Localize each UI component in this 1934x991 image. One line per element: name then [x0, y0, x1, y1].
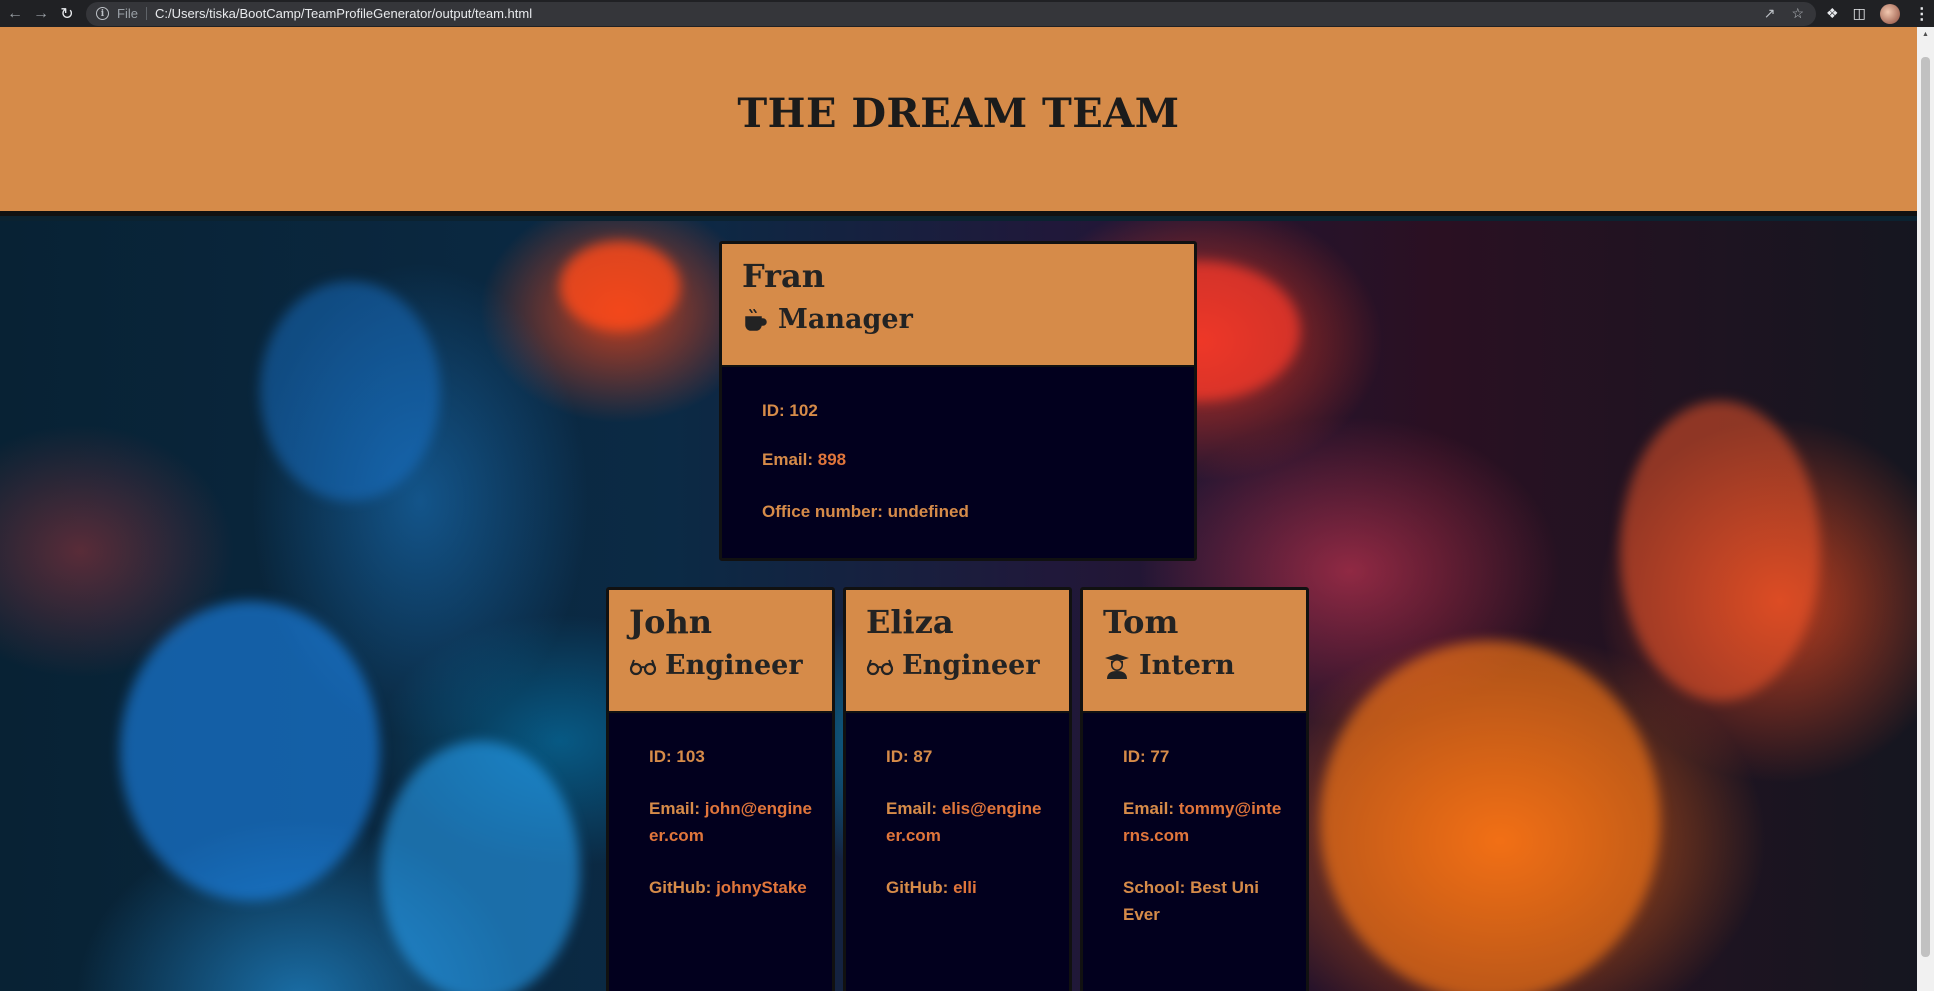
- card-body: ID: 77 Email: tommy@interns.com School: …: [1083, 713, 1306, 928]
- office-label: Office number:: [762, 502, 883, 521]
- email-label: Email:: [1123, 799, 1175, 818]
- email-label: Email:: [649, 799, 701, 818]
- role-label: Engineer: [902, 650, 1040, 681]
- address-bar[interactable]: i File C:/Users/tiska/BootCamp/TeamProfi…: [86, 1, 1816, 26]
- engineer-card: Eliza Engineer ID: 87 Email: elis@engine…: [843, 587, 1072, 991]
- intern-card: Tom Intern ID: 77 Email: tommy@interns.c…: [1080, 587, 1309, 991]
- github-label: GitHub:: [649, 878, 712, 897]
- email-row: Email: 898: [762, 446, 1174, 473]
- employee-role: Intern: [1103, 644, 1306, 688]
- id-row: ID: 87: [886, 743, 1049, 770]
- employee-role: Engineer: [866, 644, 1069, 688]
- email-row: Email: tommy@interns.com: [1123, 795, 1286, 849]
- forward-arrow-icon[interactable]: →: [30, 3, 52, 25]
- github-row: GitHub: elli: [886, 874, 1049, 901]
- id-label: ID:: [886, 747, 909, 766]
- id-value: 102: [789, 401, 818, 420]
- page-header: THE DREAM TEAM: [0, 27, 1917, 216]
- office-row: Office number: undefined: [762, 498, 1174, 525]
- id-label: ID:: [1123, 747, 1146, 766]
- browser-toolbar: ← → ↻ i File C:/Users/tiska/BootCamp/Tea…: [0, 0, 1934, 27]
- vertical-scrollbar[interactable]: ▲: [1917, 27, 1934, 991]
- page-title: THE DREAM TEAM: [737, 89, 1180, 137]
- github-link[interactable]: johnyStake: [716, 878, 807, 897]
- employee-name: John: [629, 603, 713, 641]
- id-label: ID:: [762, 401, 785, 420]
- profile-avatar[interactable]: [1879, 3, 1900, 24]
- graduate-icon: [1105, 654, 1129, 679]
- employee-name: Fran: [742, 257, 826, 295]
- employee-name: Tom: [1103, 603, 1179, 641]
- github-row: GitHub: johnyStake: [649, 874, 812, 901]
- id-value: 103: [676, 747, 705, 766]
- employee-role: Manager: [742, 298, 1194, 342]
- email-row: Email: john@engineer.com: [649, 795, 812, 849]
- employee-role: Engineer: [629, 644, 832, 688]
- id-row: ID: 103: [649, 743, 812, 770]
- manager-card: Fran Manager ID: 102 Email: 898 Office n…: [719, 241, 1197, 561]
- url-text[interactable]: C:/Users/tiska/BootCamp/TeamProfileGener…: [155, 6, 532, 21]
- card-header: Tom Intern: [1083, 590, 1306, 713]
- id-value: 87: [913, 747, 933, 766]
- role-label: Intern: [1139, 650, 1235, 681]
- side-panel-icon[interactable]: ◫: [1853, 5, 1866, 22]
- email-link[interactable]: 898: [818, 450, 846, 469]
- email-row: Email: elis@engineer.com: [886, 795, 1049, 849]
- scroll-up-arrow-icon[interactable]: ▲: [1921, 31, 1930, 38]
- info-icon[interactable]: i: [96, 7, 109, 20]
- id-value: 77: [1150, 747, 1170, 766]
- share-icon[interactable]: ↗: [1764, 5, 1776, 22]
- mug-icon: [745, 308, 767, 331]
- card-body: ID: 102 Email: 898 Office number: undefi…: [722, 367, 1194, 525]
- id-label: ID:: [649, 747, 672, 766]
- engineer-card: John Engineer ID: 103 Email: john@engine…: [606, 587, 835, 991]
- github-link[interactable]: elli: [953, 878, 977, 897]
- school-row: School: Best Uni Ever: [1123, 874, 1286, 928]
- card-header: John Engineer: [609, 590, 832, 713]
- file-chip: File: [117, 7, 147, 20]
- email-label: Email:: [762, 450, 814, 469]
- card-body: ID: 103 Email: john@engineer.com GitHub:…: [609, 713, 832, 901]
- scrollbar-thumb[interactable]: [1921, 57, 1930, 957]
- employee-name: Eliza: [866, 603, 954, 641]
- email-label: Email:: [886, 799, 938, 818]
- glasses-icon: [629, 659, 657, 676]
- browser-menu-icon[interactable]: ⋮: [1914, 4, 1930, 24]
- reload-icon[interactable]: ↻: [56, 3, 78, 25]
- school-label: School:: [1123, 878, 1186, 897]
- page-viewport: THE DREAM TEAM Fran Manager ID: 102 Emai…: [0, 27, 1917, 991]
- card-body: ID: 87 Email: elis@engineer.com GitHub: …: [846, 713, 1069, 901]
- glasses-icon: [866, 659, 894, 676]
- card-header: Fran Manager: [722, 244, 1194, 367]
- extensions-puzzle-icon[interactable]: ❖: [1826, 5, 1839, 22]
- github-label: GitHub:: [886, 878, 949, 897]
- office-value: undefined: [887, 502, 969, 521]
- id-row: ID: 102: [762, 397, 1174, 424]
- role-label: Engineer: [665, 650, 803, 681]
- role-label: Manager: [778, 304, 913, 335]
- bookmark-star-icon[interactable]: ☆: [1791, 5, 1804, 22]
- back-arrow-icon[interactable]: ←: [4, 3, 26, 25]
- id-row: ID: 77: [1123, 743, 1286, 770]
- card-header: Eliza Engineer: [846, 590, 1069, 713]
